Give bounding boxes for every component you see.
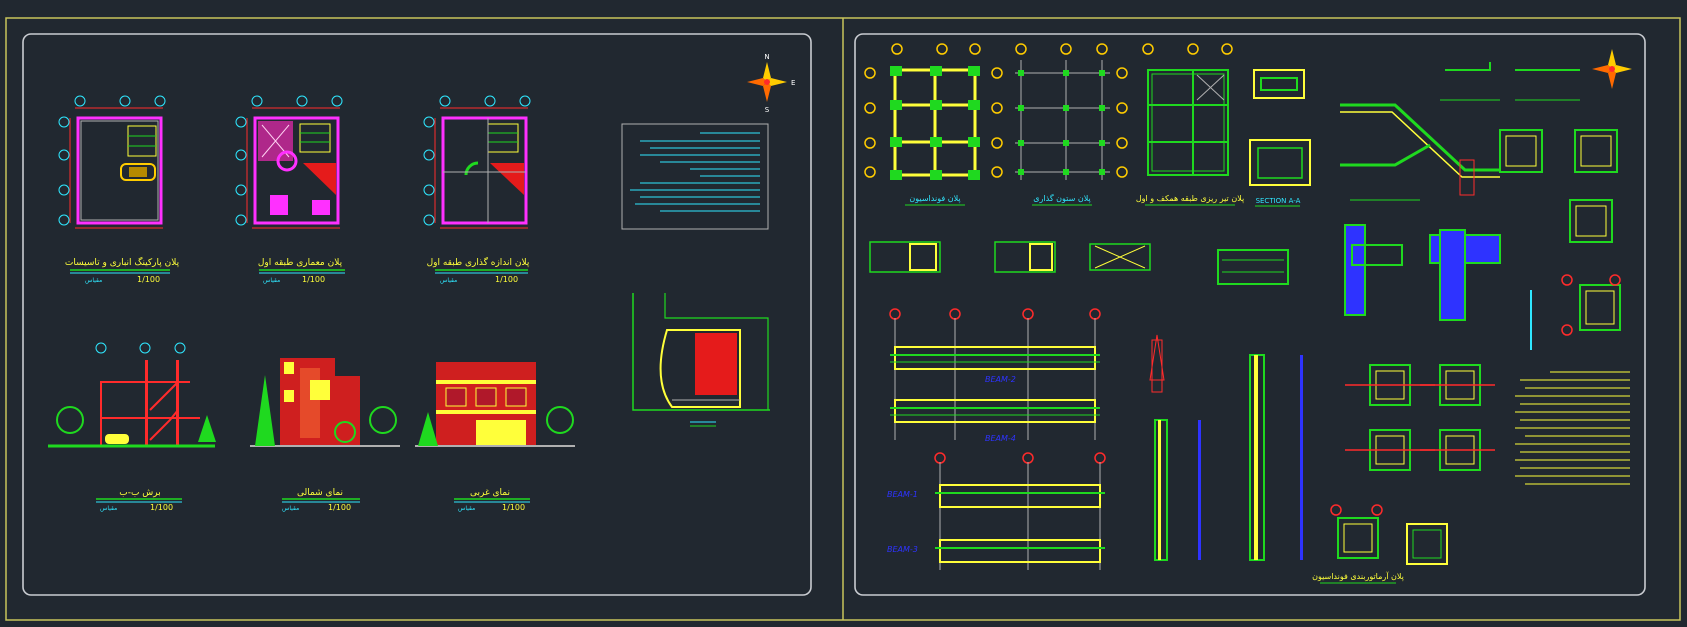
footing-reinforcement: پلان آرماتوربندی فونداسیون xyxy=(1312,504,1448,584)
scale-word: مقیاس xyxy=(440,277,457,284)
elevation-title-west: نمای غربی xyxy=(470,488,510,498)
column-plan: پلان ستون گذاری xyxy=(991,43,1128,206)
foundation-plan: پلان فونداسیون xyxy=(864,43,981,206)
plan-title-dimensions: پلان اندازه گذاری طبقه اول xyxy=(427,256,530,268)
beam-elevations: BEAM-2 BEAM-4 BEAM-1 BEAM-3 xyxy=(887,308,1106,570)
section-aa: SECTION A-A xyxy=(1249,69,1311,207)
svg-text:S: S xyxy=(765,106,770,114)
scale-value: 1/100 xyxy=(302,275,325,284)
scale-value: 1/100 xyxy=(150,503,173,512)
compass-north-icon: N E S xyxy=(747,53,795,114)
beam-label-2: BEAM-2 xyxy=(985,375,1016,384)
plan-dimensions xyxy=(423,95,531,229)
elevation-north xyxy=(250,358,400,447)
plan-title-architecture: پلان معماری طبقه اول xyxy=(258,258,343,268)
elevation-title-block-1: برش ب-ب مقیاس 1/100 xyxy=(96,488,182,512)
svg-text:E: E xyxy=(791,79,795,87)
elevation-west xyxy=(415,362,575,447)
beam-plan: پلان تیر ریزی طبقه همکف و اول xyxy=(1136,43,1244,206)
general-notes xyxy=(1515,371,1630,485)
scale-word: مقیاس xyxy=(263,277,280,284)
cad-drawing-sheet: N E S پلان پارکینگ انباری و تاسیسات مقیا… xyxy=(5,17,1681,621)
scale-value: 1/100 xyxy=(137,275,160,284)
beam-section-details xyxy=(869,241,1289,285)
plan-title-beams: پلان تیر ریزی طبقه همکف و اول xyxy=(1136,194,1244,203)
beam-label-1: BEAM-1 xyxy=(887,490,918,499)
plan-title-block-1: پلان پارکینگ انباری و تاسیسات مقیاس 1/10… xyxy=(65,256,180,284)
beam-label-4: BEAM-4 xyxy=(985,434,1016,443)
plan-title-block-3: پلان اندازه گذاری طبقه اول مقیاس 1/100 xyxy=(427,256,530,284)
site-plan xyxy=(632,293,770,427)
plan-title-columns: پلان ستون گذاری xyxy=(1033,193,1090,203)
column-section-details xyxy=(1345,364,1495,471)
column-elevations xyxy=(1149,334,1303,561)
section-aa-label: SECTION A-A xyxy=(1256,197,1301,205)
scale-value: 1/100 xyxy=(502,503,525,512)
plan-title-footing: پلان آرماتوربندی فونداسیون xyxy=(1312,571,1404,581)
plan-parking xyxy=(58,95,166,229)
scale-word: مقیاس xyxy=(85,277,102,284)
scale-word: مقیاس xyxy=(100,505,117,512)
notes-box xyxy=(621,123,769,230)
elevation-title-block-2: نمای شمالی مقیاس 1/100 xyxy=(282,488,360,512)
scale-word: مقیاس xyxy=(458,505,475,512)
compass-north-icon xyxy=(1592,49,1632,89)
stair-detail xyxy=(1340,103,1500,201)
section-bb xyxy=(48,342,216,448)
top-right-details xyxy=(1440,62,1618,243)
plan-title-block-2: پلان معماری طبقه اول مقیاس 1/100 xyxy=(258,258,345,284)
svg-text:N: N xyxy=(764,53,769,61)
scale-word: مقیاس xyxy=(282,505,299,512)
elevation-title-block-3: نمای غربی مقیاس 1/100 xyxy=(454,488,530,512)
scale-value: 1/100 xyxy=(328,503,351,512)
elevation-title-section: برش ب-ب xyxy=(119,488,161,498)
beam-label-3: BEAM-3 xyxy=(887,545,918,554)
elevation-title-north: نمای شمالی xyxy=(297,488,343,498)
plan-architecture xyxy=(235,95,343,229)
plan-title-parking: پلان پارکینگ انباری و تاسیسات xyxy=(65,256,180,268)
plan-title-foundation: پلان فونداسیون xyxy=(909,194,960,203)
column-joint-details xyxy=(1344,224,1621,350)
scale-value: 1/100 xyxy=(495,275,518,284)
